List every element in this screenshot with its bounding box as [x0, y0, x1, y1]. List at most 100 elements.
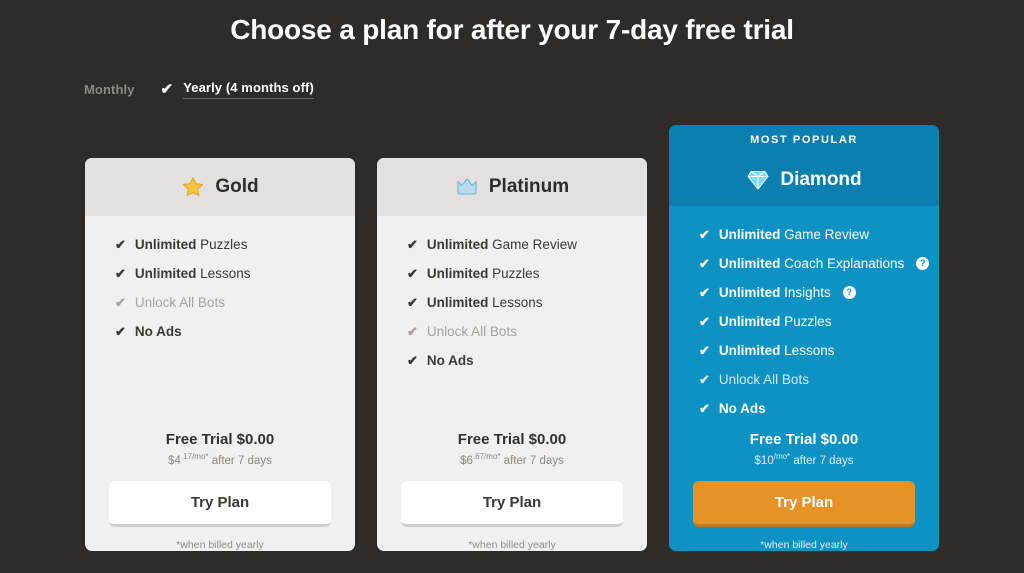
feature-label: Game Review: [780, 227, 869, 243]
feature-item: ✔ No Ads: [407, 354, 647, 368]
price-period: after 7 days: [790, 455, 854, 467]
check-icon: ✔: [115, 266, 126, 282]
plan-card-gold[interactable]: Gold ✔ Unlimited Puzzles ✔ Unlimited Lessons…: [85, 158, 355, 551]
check-icon: ✔: [160, 80, 174, 98]
feature-text: Unlimited Lessons: [135, 267, 251, 281]
price-amount: $10: [754, 455, 774, 467]
feature-emphasis: Unlimited: [134, 237, 197, 252]
plan-card-diamond[interactable]: MOST POPULAR Diamond ✔ Unlimited Game Revie…: [669, 125, 939, 551]
feature-item: ✔ No Ads: [115, 325, 355, 339]
price-amount: $4: [168, 455, 181, 467]
plan-card-platinum[interactable]: Platinum ✔ Unlimited Game Review ✔ Unlimited…: [377, 158, 647, 551]
price-period: after 7 days: [208, 455, 272, 467]
recurring-price: $10/mo* after 7 days: [689, 452, 919, 467]
cta-wrapper: Try Plan *when billed yearly: [377, 467, 647, 551]
crown-icon: [455, 175, 479, 199]
billed-yearly-note: *when billed yearly: [760, 539, 848, 551]
billed-yearly-note: *when billed yearly: [176, 539, 264, 551]
check-icon: ✔: [115, 237, 126, 253]
plan-features-platinum: ✔ Unlimited Game Review ✔ Unlimited Puzzles…: [377, 216, 647, 431]
try-plan-button-diamond[interactable]: Try Plan: [693, 481, 915, 527]
feature-text: Unlimited Coach Explanations: [719, 257, 904, 271]
plan-name: Diamond: [780, 169, 862, 191]
feature-emphasis: No Ads: [718, 401, 766, 417]
feature-item: ✔ Unlimited Lessons: [115, 267, 355, 281]
feature-text: Unlimited Game Review: [427, 238, 577, 252]
check-icon: ✔: [407, 324, 418, 340]
feature-item: ✔ Unlimited Game Review: [407, 238, 647, 252]
feature-emphasis: No Ads: [426, 353, 474, 368]
feature-text: No Ads: [719, 402, 766, 416]
billing-option-monthly-label: Monthly: [84, 81, 135, 97]
feature-label: Game Review: [488, 237, 577, 252]
feature-item: ✔ Unlock All Bots: [407, 325, 647, 339]
feature-item: ✔ Unlimited Puzzles: [407, 267, 647, 281]
feature-text: Unlimited Lessons: [427, 296, 543, 310]
cta-wrapper: Try Plan *when billed yearly: [669, 467, 939, 551]
help-icon[interactable]: ?: [916, 257, 930, 271]
billing-option-yearly[interactable]: ✔ Yearly (4 months off): [161, 80, 314, 99]
feature-emphasis: Unlimited: [718, 314, 781, 330]
feature-item: ✔ Unlimited Puzzles: [115, 238, 355, 252]
diamond-icon: [746, 168, 770, 192]
feature-text: No Ads: [427, 354, 474, 368]
try-plan-button-gold[interactable]: Try Plan: [109, 481, 331, 527]
price-period: after 7 days: [500, 455, 564, 467]
feature-text: Unlock All Bots: [427, 325, 517, 339]
feature-emphasis: Unlimited: [718, 343, 781, 359]
feature-emphasis: No Ads: [134, 324, 182, 339]
feature-text: Unlimited Insights: [719, 286, 831, 300]
check-icon: ✔: [407, 295, 418, 311]
feature-item: ✔ Unlimited Puzzles: [699, 315, 939, 329]
free-trial-price: Free Trial $0.00: [749, 431, 859, 449]
price-block-diamond: Free Trial $0.00 $10/mo* after 7 days: [669, 431, 939, 467]
star-icon: [181, 175, 205, 199]
recurring-price: $4.17/mo* after 7 days: [105, 452, 335, 467]
price-fraction: /mo*: [773, 452, 791, 462]
feature-text: Unlock All Bots: [719, 373, 809, 387]
check-icon: ✔: [115, 324, 126, 340]
feature-item: ✔ Unlimited Lessons: [699, 344, 939, 358]
feature-label: Lessons: [196, 266, 251, 281]
feature-text: Unlimited Puzzles: [427, 267, 540, 281]
feature-label: Puzzles: [196, 237, 248, 252]
check-icon: ✔: [699, 285, 710, 301]
feature-text: Unlimited Lessons: [719, 344, 835, 358]
feature-text: Unlimited Game Review: [719, 228, 869, 242]
help-icon[interactable]: ?: [842, 286, 856, 300]
billing-option-monthly[interactable]: Monthly: [84, 82, 135, 97]
feature-label: Insights: [780, 285, 831, 301]
feature-label: Coach Explanations: [780, 256, 905, 272]
billing-period-toggle[interactable]: Monthly ✔ Yearly (4 months off): [0, 78, 1024, 100]
check-icon: ✔: [699, 314, 710, 330]
feature-emphasis: Unlimited: [718, 285, 781, 301]
feature-text: Unlock All Bots: [135, 296, 225, 310]
price-block-platinum: Free Trial $0.00 $6.67/mo* after 7 days: [377, 431, 647, 467]
cta-wrapper: Try Plan *when billed yearly: [85, 467, 355, 551]
plan-features-gold: ✔ Unlimited Puzzles ✔ Unlimited Lessons ✔ Unl…: [85, 216, 355, 431]
feature-item: ✔ Unlimited Insights?: [699, 286, 939, 300]
free-trial-price: Free Trial $0.00: [457, 431, 567, 449]
plan-header-gold: Gold: [85, 158, 355, 216]
feature-label: Puzzles: [780, 314, 832, 330]
feature-label: Lessons: [780, 343, 835, 359]
price-fraction: .67/mo*: [472, 452, 501, 462]
feature-text: No Ads: [135, 325, 182, 339]
most-popular-badge: MOST POPULAR: [669, 125, 939, 155]
try-plan-button-platinum[interactable]: Try Plan: [401, 481, 623, 527]
feature-label: Puzzles: [488, 266, 540, 281]
feature-emphasis: Unlimited: [718, 227, 781, 243]
feature-label: Unlock All Bots: [134, 295, 225, 310]
price-fraction: .17/mo*: [180, 452, 209, 462]
feature-emphasis: Unlimited: [426, 237, 489, 252]
plan-name: Gold: [215, 176, 259, 197]
feature-label: Lessons: [488, 295, 543, 310]
plan-features-diamond: ✔ Unlimited Game Review ✔ Unlimited Coach E…: [669, 206, 939, 431]
feature-emphasis: Unlimited: [134, 266, 197, 281]
plan-cards: Gold ✔ Unlimited Puzzles ✔ Unlimited Lessons…: [0, 125, 1024, 551]
feature-item: ✔ Unlock All Bots: [115, 296, 355, 310]
feature-item: ✔ No Ads: [699, 402, 939, 416]
check-icon: ✔: [115, 295, 126, 311]
feature-item: ✔ Unlimited Coach Explanations?: [699, 257, 939, 271]
feature-emphasis: Unlimited: [718, 256, 781, 272]
